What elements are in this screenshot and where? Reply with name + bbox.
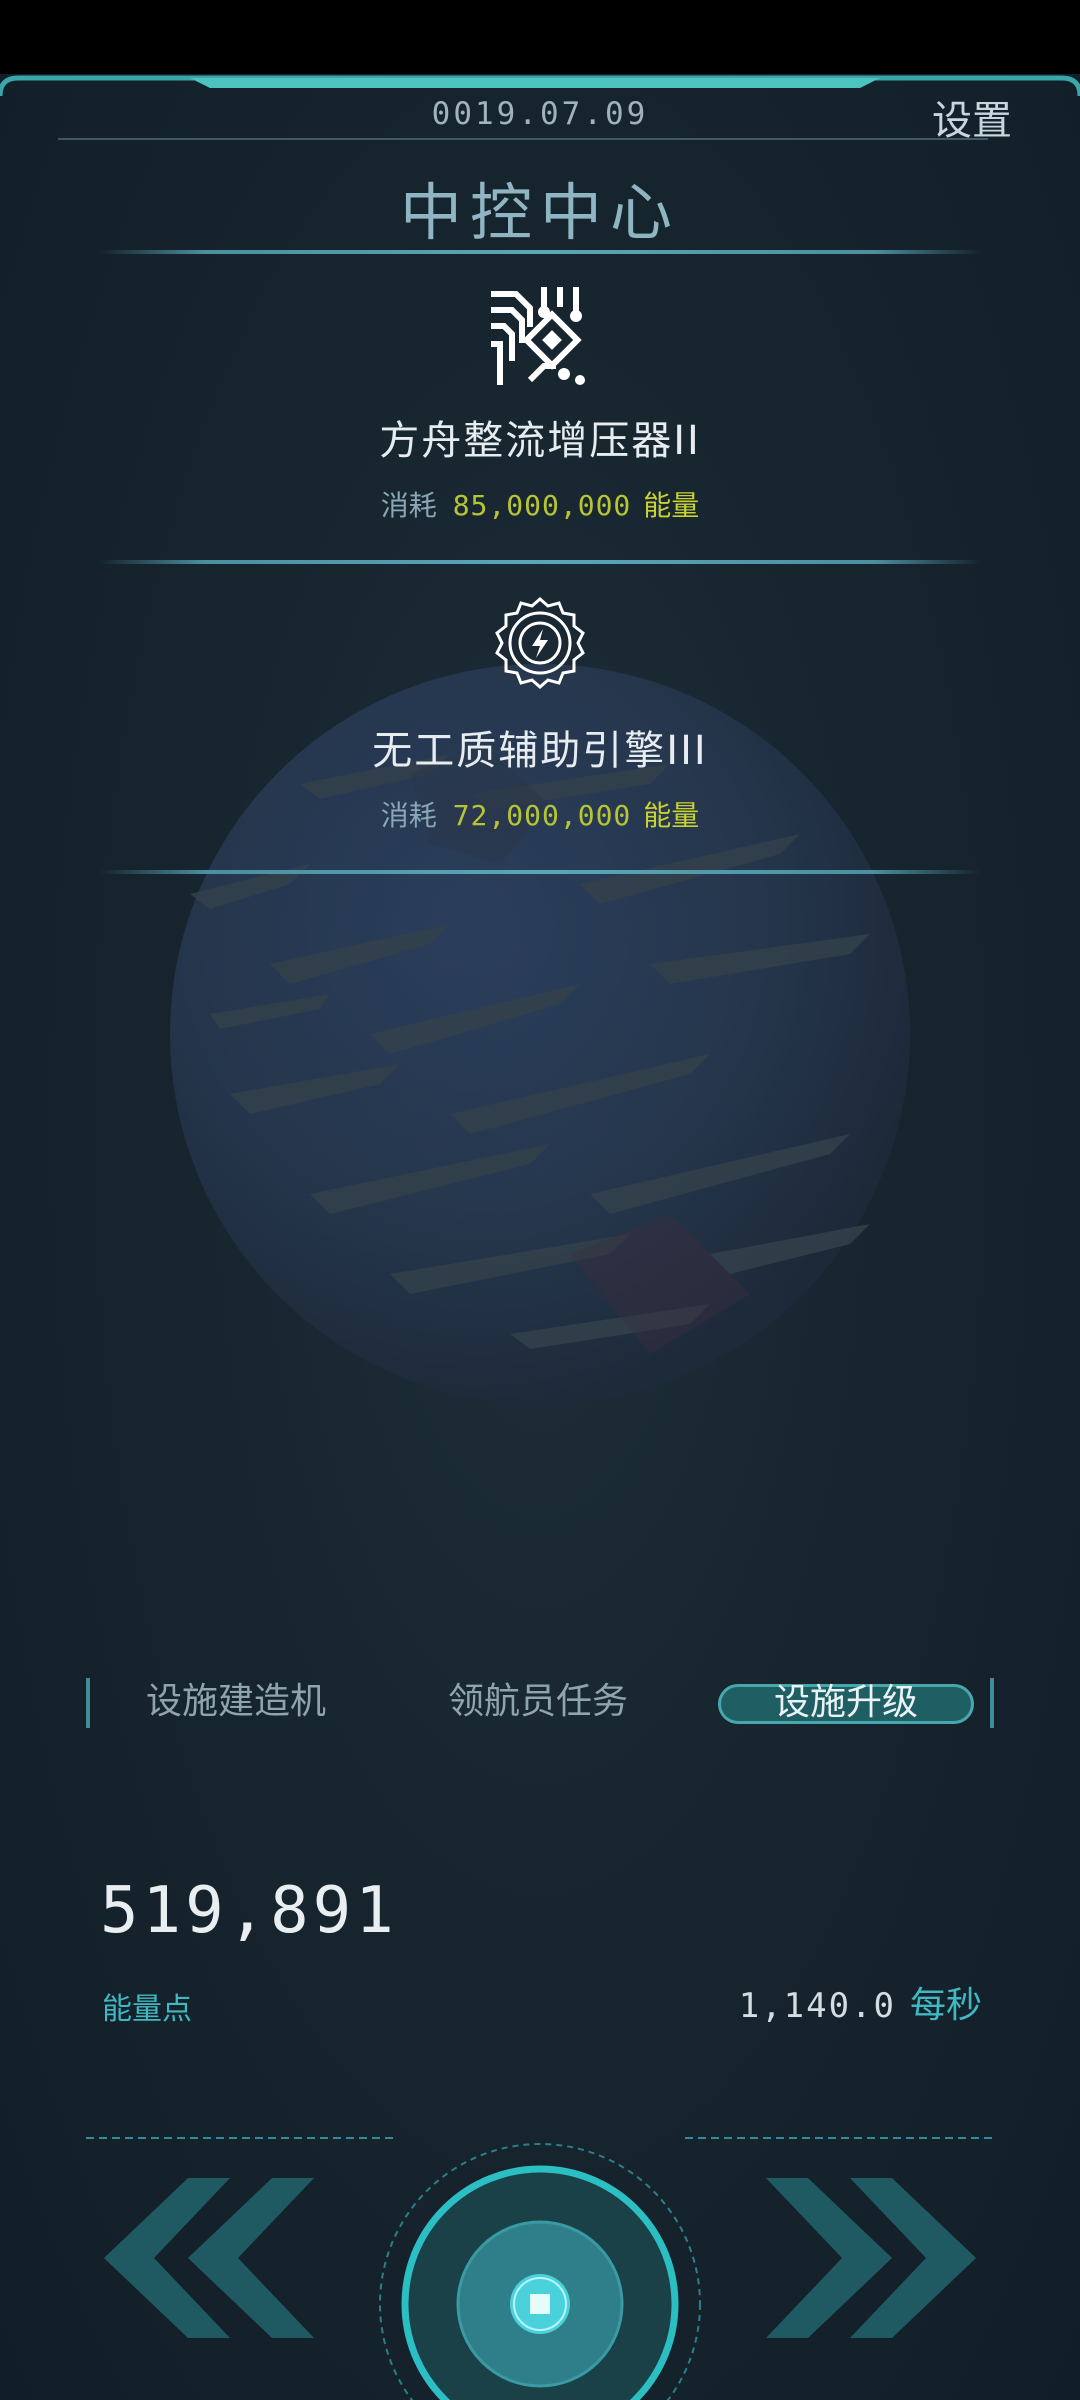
tab-bar-edge — [990, 1678, 994, 1728]
tab-bar-edge — [86, 1678, 90, 1728]
tab-facility-upgrade[interactable]: 设施升级 — [718, 1684, 974, 1724]
cost-unit: 能量 — [643, 489, 700, 522]
upgrade-card[interactable]: 方舟整流增压器II 消耗 85,000,000 能量 — [0, 286, 1080, 524]
upgrade-cost: 消耗 85,000,000 能量 — [0, 484, 1080, 524]
cost-value: 85,000,000 — [452, 489, 632, 522]
cost-label: 消耗 — [380, 799, 437, 832]
lightning-gear-icon — [490, 596, 590, 696]
bottom-controls — [86, 2137, 994, 2400]
core-button-icon[interactable] — [379, 2143, 701, 2400]
upgrade-card[interactable]: 无工质辅助引擎III 消耗 72,000,000 能量 — [0, 596, 1080, 834]
page-title: 中控中心 — [399, 176, 680, 249]
energy-points-value: 519,891 — [100, 1874, 398, 1948]
app-screen: 0019.07.09 设置 中控中心 方舟整流增压器II 消耗 85,000,0… — [0, 0, 1080, 2400]
double-chevron-right-icon[interactable] — [766, 2178, 976, 2338]
tab-facility-builder[interactable]: 设施建造机 — [126, 1678, 346, 1728]
divider — [100, 560, 980, 564]
double-chevron-left-icon[interactable] — [104, 2178, 314, 2338]
header-line — [58, 138, 988, 140]
cost-unit: 能量 — [643, 799, 700, 832]
tab-bar: 设施建造机 领航员任务 设施升级 — [86, 1678, 994, 1728]
cost-label: 消耗 — [380, 489, 437, 522]
cost-value: 72,000,000 — [452, 799, 632, 832]
tab-navigator-missions[interactable]: 领航员任务 — [428, 1678, 648, 1728]
upgrade-name: 方舟整流增压器II — [379, 418, 701, 464]
upgrade-name: 无工质辅助引擎III — [372, 728, 708, 774]
game-date: 0019.07.09 — [431, 96, 649, 132]
energy-rate: 1,140.0 每秒 — [739, 1976, 982, 2028]
energy-rate-value: 1,140.0 — [738, 1986, 896, 2026]
divider — [100, 870, 980, 874]
control-center-panel: 0019.07.09 设置 中控中心 方舟整流增压器II 消耗 85,000,0… — [0, 74, 1080, 2400]
upgrade-cost: 消耗 72,000,000 能量 — [0, 794, 1080, 834]
energy-points-label: 能量点 — [102, 1992, 192, 2027]
circuit-chip-icon — [490, 286, 590, 386]
divider — [100, 250, 980, 254]
energy-rate-unit: 每秒 — [909, 1985, 982, 2026]
